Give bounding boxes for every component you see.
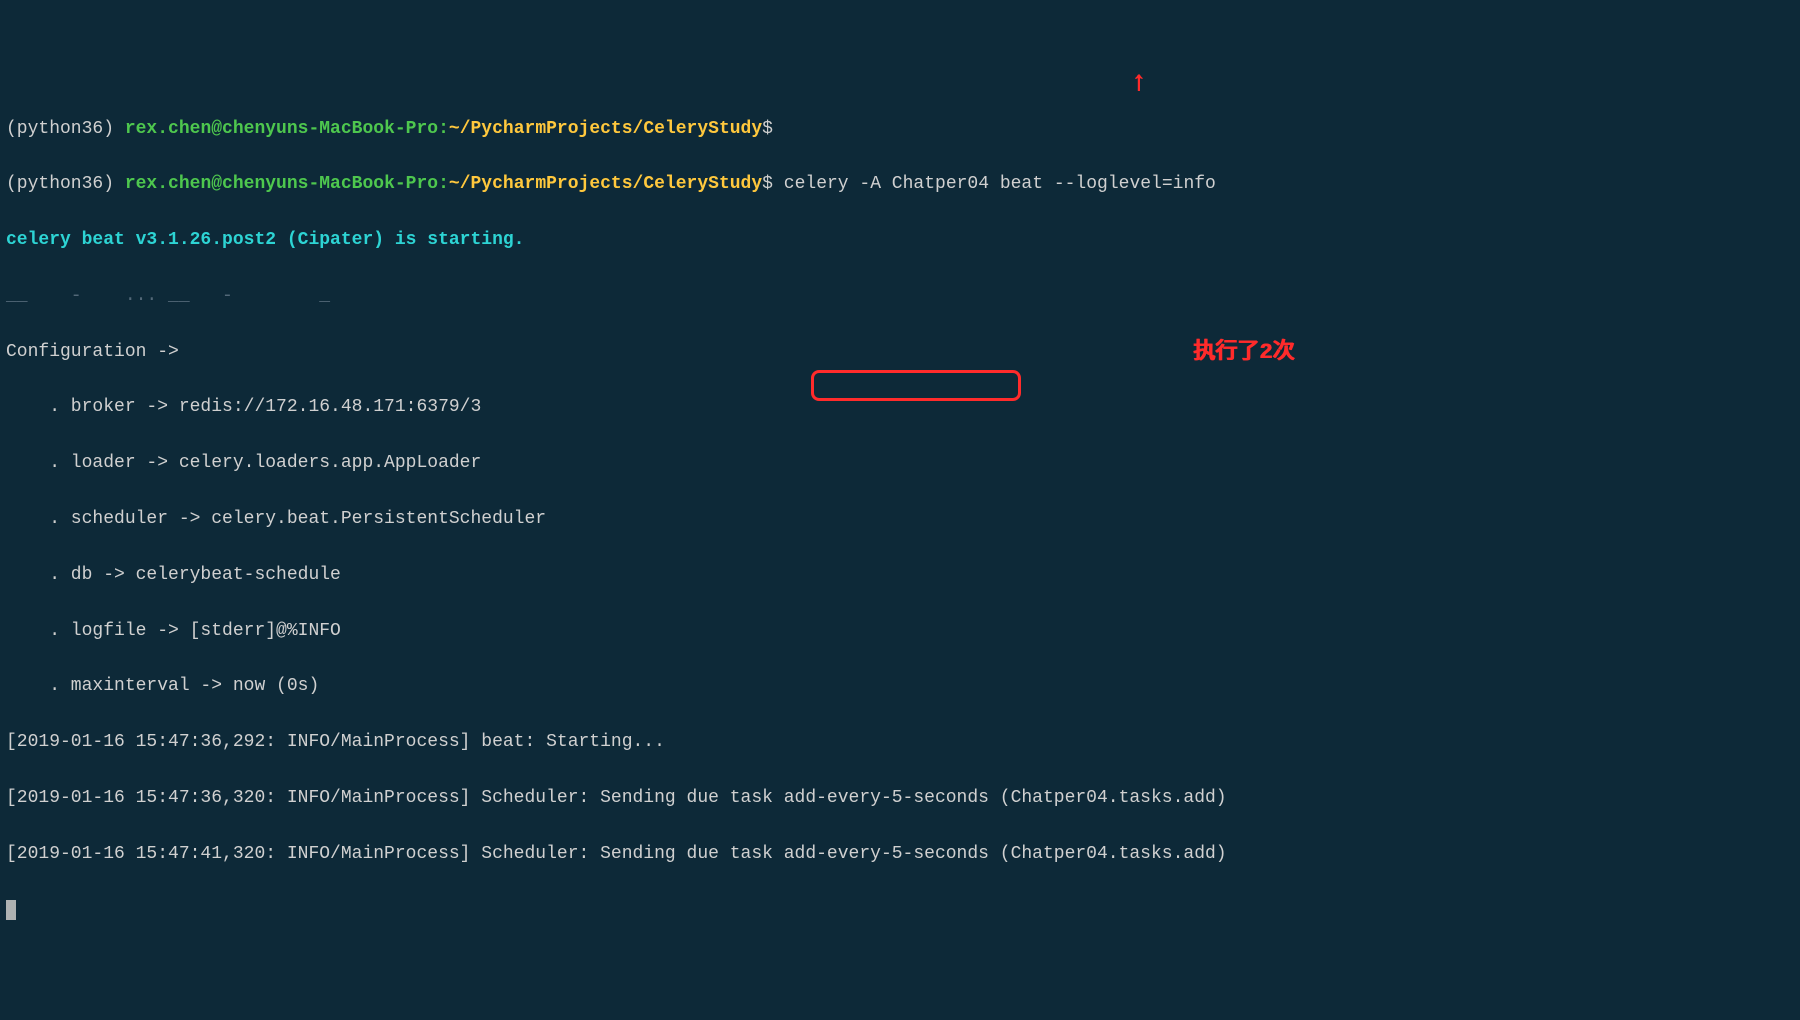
venv-label: (python36): [6, 119, 125, 139]
execution-count-annotation: 执行了2次: [1193, 336, 1294, 370]
celery-starting: celery beat v3.1.26.post2 (Cipater) is s…: [6, 227, 1794, 255]
user-host: rex.chen@chenyuns-MacBook-Pro: [125, 119, 438, 139]
config-logfile: . logfile -> [stderr]@%INFO: [6, 618, 1794, 646]
config-db: . db -> celerybeat-schedule: [6, 562, 1794, 590]
user-host: rex.chen@chenyuns-MacBook-Pro: [125, 174, 438, 194]
command-text: celery -A Chatper04 beat --loglevel=info: [773, 174, 1216, 194]
arrow-annotation: ↑: [1130, 70, 1147, 98]
prompt-line-1: (python36) rex.chen@chenyuns-MacBook-Pro…: [6, 116, 1794, 144]
task-name-highlight: [811, 370, 1021, 401]
terminal-cursor[interactable]: [6, 900, 16, 920]
cwd-path: ~/PycharmProjects/CeleryStudy: [449, 119, 762, 139]
log-line-1: [2019-01-16 15:47:36,292: INFO/MainProce…: [6, 729, 1794, 757]
prompt-line-2: (python36) rex.chen@chenyuns-MacBook-Pro…: [6, 171, 1794, 199]
config-scheduler: . scheduler -> celery.beat.PersistentSch…: [6, 506, 1794, 534]
config-maxinterval: . maxinterval -> now (0s): [6, 673, 1794, 701]
config-loader: . loader -> celery.loaders.app.AppLoader: [6, 450, 1794, 478]
cwd-path: ~/PycharmProjects/CeleryStudy: [449, 174, 762, 194]
log-line-3: [2019-01-16 15:47:41,320: INFO/MainProce…: [6, 841, 1794, 869]
banner-art: __ - ... __ - _: [6, 283, 1794, 311]
log-line-2: [2019-01-16 15:47:36,320: INFO/MainProce…: [6, 785, 1794, 813]
config-header: Configuration ->: [6, 339, 1794, 367]
venv-label: (python36): [6, 174, 125, 194]
